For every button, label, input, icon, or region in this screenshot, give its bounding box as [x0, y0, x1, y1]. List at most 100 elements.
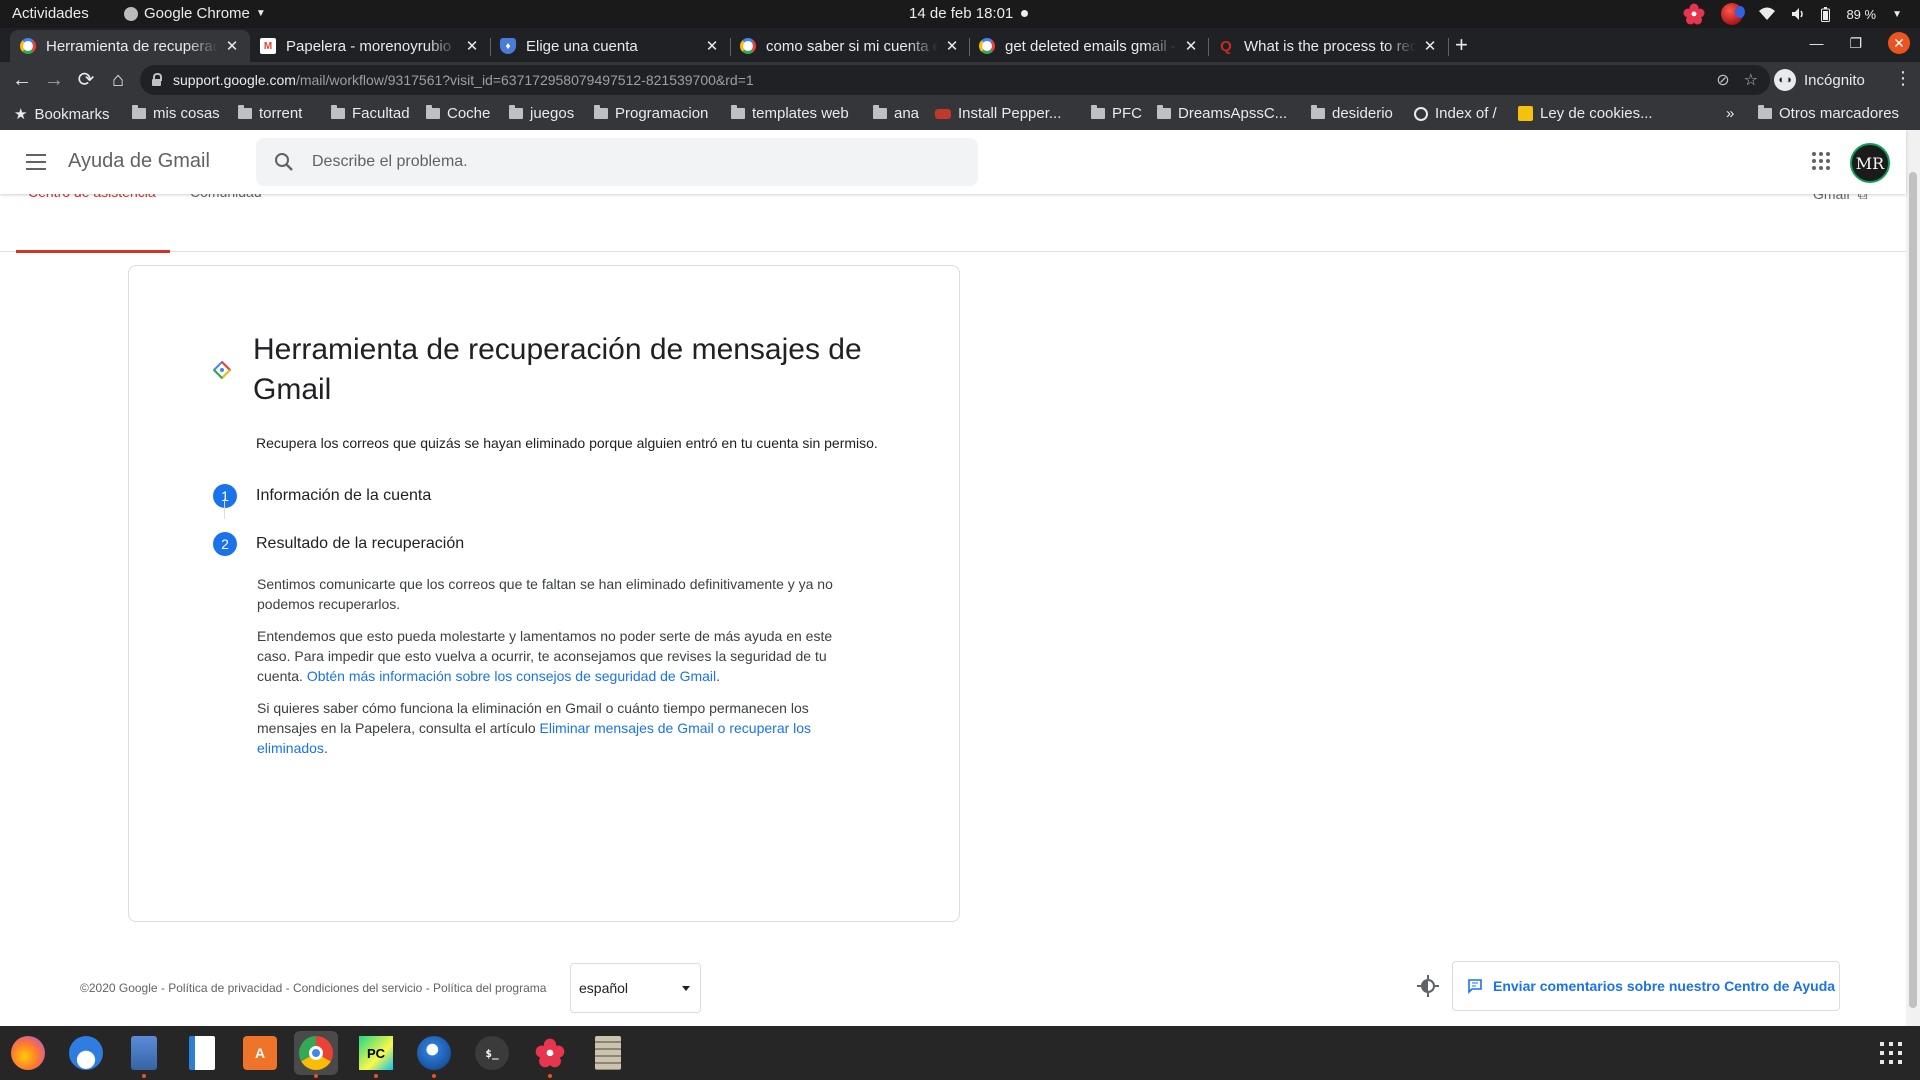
close-tab-icon[interactable]: ✕: [704, 37, 720, 55]
address-bar[interactable]: support.google.com/mail/workflow/9317561…: [140, 65, 1770, 95]
bookmark-ana[interactable]: ana: [873, 105, 919, 122]
bookmark-bookmarks[interactable]: ★ Bookmarks: [14, 105, 109, 124]
bookmark-index-of[interactable]: Index of /: [1414, 105, 1497, 122]
bookmark-pfc[interactable]: PFC: [1091, 105, 1142, 122]
tab-separator: [1448, 38, 1449, 56]
punctuation: .: [716, 668, 721, 684]
security-advice: Entendemos que esto pueda molestarte y l…: [257, 626, 857, 686]
tab-elige-cuenta[interactable]: ♦ Elige una cuenta ✕: [490, 30, 730, 62]
bookmark-label: juegos: [530, 105, 575, 122]
bookmark-otros-marcadores[interactable]: Otros marcadores: [1758, 105, 1899, 122]
folder-icon: [1091, 105, 1105, 119]
reload-icon[interactable]: ⟳: [74, 68, 98, 92]
activities-button[interactable]: Actividades: [12, 5, 89, 22]
security-tips-link[interactable]: Obtén más información sobre los consejos…: [307, 668, 716, 684]
folder-icon: [1157, 105, 1171, 119]
footer-legal[interactable]: ©2020 Google - Política de privacidad - …: [80, 981, 546, 995]
firefox-icon[interactable]: [6, 1031, 50, 1075]
writer-icon[interactable]: [180, 1031, 224, 1075]
bookmark-label: templates web: [752, 105, 849, 122]
close-tab-icon[interactable]: ✕: [464, 37, 480, 55]
bookmark-juegos[interactable]: juegos: [509, 105, 574, 122]
app-menu[interactable]: Google Chrome ▼: [124, 5, 266, 22]
search-input[interactable]: [312, 138, 952, 186]
folder-icon: [238, 105, 252, 119]
archive-icon[interactable]: [586, 1031, 630, 1075]
tab-community[interactable]: Comunidad: [190, 184, 270, 252]
bookmark-programacion[interactable]: Programacion: [594, 105, 708, 122]
tab-papelera[interactable]: M Papelera - morenoyrubio ✕: [250, 30, 490, 62]
step-label: Información de la cuenta: [256, 487, 432, 504]
bookmark-dreamsapps[interactable]: DreamsApssC...: [1157, 105, 1287, 122]
lock-icon[interactable]: [152, 72, 162, 86]
close-tab-icon[interactable]: ✕: [944, 37, 960, 55]
tab-recovery-tool[interactable]: Herramienta de recuperación ✕: [10, 30, 250, 62]
bookmark-facultad[interactable]: Facultad: [331, 105, 410, 122]
folder-icon: [1758, 105, 1772, 119]
avatar[interactable]: MR: [1850, 143, 1890, 183]
bookmark-star-icon[interactable]: ☆: [1744, 70, 1758, 90]
bird-app-icon[interactable]: [412, 1031, 456, 1078]
flower-app-icon[interactable]: [528, 1031, 572, 1078]
bookmark-coche[interactable]: Coche: [426, 105, 490, 122]
new-tab-button[interactable]: +: [1455, 34, 1468, 56]
bookmark-mis-cosas[interactable]: mis cosas: [132, 105, 220, 122]
clock[interactable]: 14 de feb 18:01: [909, 5, 1029, 22]
tab-get-deleted[interactable]: get deleted emails gmail - ✕: [969, 30, 1209, 62]
tab-como-saber[interactable]: como saber si mi cuenta e ✕: [730, 30, 970, 62]
send-feedback-button[interactable]: Enviar comentarios sobre nuestro Centro …: [1452, 961, 1840, 1011]
minimize-icon[interactable]: —: [1809, 35, 1823, 51]
back-icon[interactable]: ←: [10, 68, 34, 92]
tab-quora[interactable]: Q What is the process to rec ✕: [1208, 30, 1448, 62]
files-icon[interactable]: [122, 1031, 166, 1078]
hamburger-menu-icon[interactable]: [26, 154, 46, 170]
terminal-icon[interactable]: $_: [470, 1031, 514, 1075]
close-window-icon[interactable]: ✕: [1888, 32, 1910, 54]
language-select[interactable]: español: [570, 963, 701, 1013]
tracking-blocked-icon[interactable]: ⊘: [1716, 70, 1729, 90]
system-tray[interactable]: 89 % ▼: [1683, 3, 1902, 25]
close-tab-icon[interactable]: ✕: [224, 37, 240, 55]
close-tab-icon[interactable]: ✕: [1183, 37, 1199, 55]
forward-icon[interactable]: →: [42, 68, 66, 92]
pepper-icon: [935, 108, 951, 119]
notification-dot-icon: [1021, 10, 1029, 17]
brightness-icon[interactable]: [1416, 974, 1440, 998]
close-tab-icon[interactable]: ✕: [1422, 37, 1438, 55]
folder-icon: [594, 105, 608, 119]
chrome-icon[interactable]: [294, 1031, 338, 1078]
wifi-icon: [1759, 7, 1776, 20]
bookmark-torrent[interactable]: torrent: [238, 105, 302, 122]
show-applications-icon[interactable]: [1880, 1042, 1902, 1064]
bookmarks-overflow-button[interactable]: »: [1726, 105, 1734, 122]
tab-help-center[interactable]: Centro de asistencia: [16, 184, 170, 253]
help-search-box[interactable]: [256, 138, 978, 186]
home-icon[interactable]: ⌂: [106, 68, 130, 92]
update-tray-icon[interactable]: [1721, 3, 1746, 25]
bookmark-label: Install Pepper...: [958, 105, 1062, 122]
quora-favicon-icon: Q: [1220, 37, 1232, 55]
recovery-tool-icon: [213, 361, 231, 379]
help-app-title[interactable]: Ayuda de Gmail: [68, 150, 210, 173]
bookmark-label: Index of /: [1435, 105, 1497, 122]
recovery-card: Herramienta de recuperación de mensajes …: [128, 265, 960, 922]
flower-tray-icon[interactable]: [1683, 3, 1705, 25]
scrollbar-thumb[interactable]: [1909, 172, 1917, 1008]
tab-title: como saber si mi cuenta e: [766, 37, 938, 55]
bookmark-label: PFC: [1112, 105, 1142, 122]
software-icon[interactable]: A: [238, 1031, 282, 1075]
restore-icon[interactable]: ❐: [1849, 35, 1862, 52]
bookmark-install-pepper[interactable]: Install Pepper...: [935, 105, 1061, 122]
bookmarks-bar: ★ Bookmarks mis cosas torrent Facultad Co…: [0, 98, 1920, 130]
chrome-menu-icon[interactable]: ⋮: [1894, 68, 1912, 89]
ubuntu-dock: A PC $_: [0, 1026, 1920, 1080]
google-apps-icon[interactable]: [1812, 152, 1830, 170]
pycharm-icon[interactable]: PC: [354, 1031, 398, 1078]
feedback-label: Enviar comentarios sobre nuestro Centro …: [1493, 978, 1836, 994]
bookmark-templates-web[interactable]: templates web: [731, 105, 849, 122]
incognito-indicator[interactable]: ◐◑ Incógnito: [1774, 66, 1865, 94]
page-scrollbar[interactable]: [1906, 130, 1920, 1026]
bookmark-ley-cookies[interactable]: Ley de cookies...: [1518, 105, 1653, 122]
thunderbird-icon[interactable]: [64, 1031, 108, 1075]
bookmark-desiderio[interactable]: desiderio: [1311, 105, 1393, 122]
